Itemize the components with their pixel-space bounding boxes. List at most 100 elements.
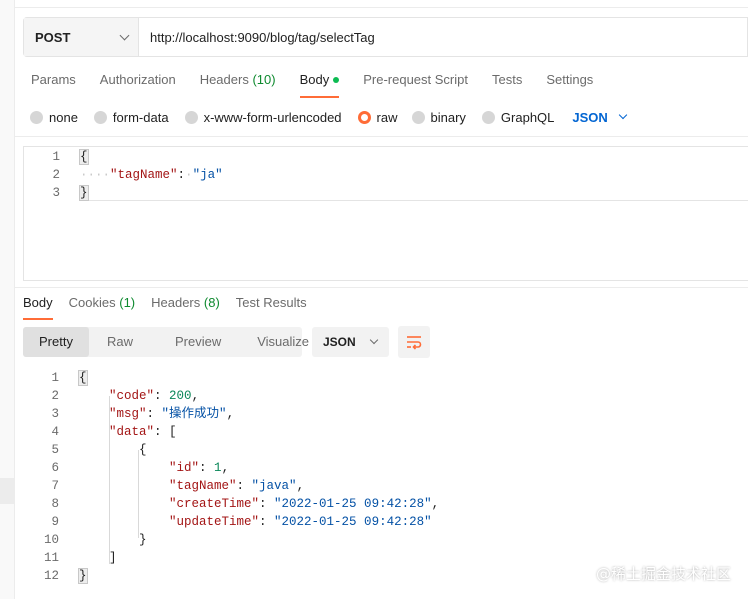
request-body-editor[interactable]: 1 2 3 { ····"tagName":·"ja" } bbox=[23, 146, 748, 281]
radio-none[interactable]: none bbox=[30, 110, 78, 125]
code-line: "code": 200, bbox=[109, 389, 200, 403]
request-tabs: Params Authorization Headers (10) Body P… bbox=[31, 72, 617, 98]
radio-button[interactable] bbox=[30, 110, 43, 124]
json-value: 200 bbox=[169, 389, 192, 403]
code-line: "msg": "操作成功", bbox=[109, 407, 235, 421]
tab-response-body[interactable]: Body bbox=[23, 294, 53, 320]
chevron-down-icon bbox=[119, 30, 130, 40]
json-value: "ja" bbox=[192, 168, 223, 182]
code-line: { bbox=[79, 149, 89, 165]
top-divider bbox=[15, 0, 748, 8]
radio-button-selected[interactable] bbox=[357, 110, 371, 124]
code-line: ] bbox=[109, 551, 117, 565]
tab-label: Cookies bbox=[68, 295, 116, 310]
response-toolbar: Pretty Raw Preview Visualize JSON bbox=[23, 326, 430, 358]
json-value: 1 bbox=[214, 461, 222, 475]
code-line: ····"tagName":·"ja" bbox=[80, 168, 223, 182]
code-line: "id": 1, bbox=[169, 461, 230, 475]
json-key: "code" bbox=[109, 389, 155, 403]
tab-count: (1) bbox=[119, 295, 136, 310]
line-number: 3 bbox=[52, 186, 60, 200]
json-value: "java" bbox=[251, 479, 297, 493]
code-line: "updateTime": "2022-01-25 09:42:28" bbox=[169, 515, 432, 529]
view-raw-button[interactable]: Raw bbox=[89, 327, 155, 357]
tab-label: Headers bbox=[151, 295, 201, 310]
code-line: "data": [ bbox=[109, 425, 177, 439]
tab-params[interactable]: Params bbox=[31, 72, 76, 98]
response-tabs: Body Cookies (1) Headers (8) Test Result… bbox=[23, 294, 323, 320]
radio-label: binary bbox=[430, 109, 466, 125]
json-key: "createTime" bbox=[169, 497, 260, 511]
tab-count: (8) bbox=[203, 295, 220, 310]
sidebar-strip bbox=[0, 0, 15, 599]
line-number: 10 bbox=[43, 533, 59, 547]
chevron-down-icon bbox=[618, 110, 628, 120]
view-visualize-button[interactable]: Visualize bbox=[239, 327, 309, 357]
radio-label: GraphQL bbox=[500, 109, 555, 125]
view-pretty-button[interactable]: Pretty bbox=[23, 327, 89, 357]
code-line: } bbox=[78, 568, 88, 584]
radio-graphql[interactable]: GraphQL bbox=[481, 109, 555, 125]
radio-urlencoded[interactable]: x-www-form-urlencoded bbox=[184, 109, 342, 125]
tab-tests[interactable]: Tests bbox=[492, 72, 522, 98]
tab-headers[interactable]: Headers (10) bbox=[200, 72, 276, 98]
format-label: JSON bbox=[323, 335, 356, 349]
method-select[interactable]: POST bbox=[24, 18, 139, 56]
divider bbox=[15, 287, 748, 288]
radio-binary[interactable]: binary bbox=[411, 109, 466, 125]
tab-pre-request-script[interactable]: Pre-request Script bbox=[363, 72, 468, 98]
code-line: { bbox=[139, 443, 147, 457]
radio-label: x-www-form-urlencoded bbox=[203, 109, 342, 125]
line-number: 6 bbox=[51, 461, 59, 475]
line-number: 11 bbox=[43, 551, 59, 565]
json-key: "data" bbox=[109, 425, 155, 439]
body-type-options: none form-data x-www-form-urlencoded raw… bbox=[30, 108, 628, 126]
request-url-bar: POST bbox=[23, 17, 748, 57]
code-line: "createTime": "2022-01-25 09:42:28", bbox=[169, 497, 440, 511]
radio-button[interactable] bbox=[481, 110, 495, 124]
watermark: @稀土掘金技术社区 bbox=[595, 565, 731, 583]
tab-label: Body bbox=[23, 295, 53, 310]
sidebar-marker bbox=[0, 478, 15, 504]
radio-button[interactable] bbox=[93, 110, 107, 124]
json-value: "操作成功" bbox=[161, 407, 227, 421]
line-number: 2 bbox=[51, 389, 59, 403]
chevron-down-icon bbox=[369, 335, 379, 345]
response-format-select[interactable]: JSON bbox=[312, 327, 389, 357]
line-number: 4 bbox=[51, 425, 59, 439]
tab-body[interactable]: Body bbox=[299, 72, 340, 98]
radio-raw[interactable]: raw bbox=[357, 110, 398, 125]
tab-cookies[interactable]: Cookies (1) bbox=[69, 294, 135, 320]
language-label: JSON bbox=[572, 109, 608, 125]
radio-button[interactable] bbox=[411, 110, 425, 124]
tab-test-results[interactable]: Test Results bbox=[236, 294, 307, 320]
line-number: 1 bbox=[52, 150, 60, 164]
tab-settings[interactable]: Settings bbox=[546, 72, 593, 98]
json-key: "tagName" bbox=[110, 168, 178, 182]
tab-label: Params bbox=[31, 72, 76, 87]
json-value: "2022-01-25 09:42:28" bbox=[274, 497, 432, 511]
json-key: "tagName" bbox=[169, 479, 237, 493]
word-wrap-icon bbox=[407, 336, 422, 350]
line-number: 9 bbox=[51, 515, 59, 529]
status-dot-icon bbox=[333, 76, 340, 83]
tab-label: Pre-request Script bbox=[363, 72, 468, 87]
radio-button[interactable] bbox=[184, 110, 198, 124]
language-select[interactable]: JSON bbox=[572, 109, 628, 125]
line-number: 5 bbox=[51, 443, 59, 457]
method-label: POST bbox=[35, 29, 71, 45]
url-input[interactable] bbox=[139, 18, 747, 56]
view-mode-segmented: Pretty Raw Preview Visualize bbox=[23, 327, 309, 357]
tab-response-headers[interactable]: Headers (8) bbox=[151, 294, 220, 320]
tab-label: Tests bbox=[491, 72, 523, 87]
word-wrap-button[interactable] bbox=[398, 326, 430, 358]
line-number: 1 bbox=[51, 371, 59, 385]
tab-authorization[interactable]: Authorization bbox=[100, 72, 176, 98]
json-key: "updateTime" bbox=[169, 515, 260, 529]
tab-label: Authorization bbox=[99, 72, 176, 87]
divider bbox=[15, 136, 748, 137]
view-preview-button[interactable]: Preview bbox=[155, 327, 239, 357]
line-number: 7 bbox=[51, 479, 59, 493]
radio-form-data[interactable]: form-data bbox=[93, 110, 169, 125]
radio-label: none bbox=[49, 109, 78, 125]
